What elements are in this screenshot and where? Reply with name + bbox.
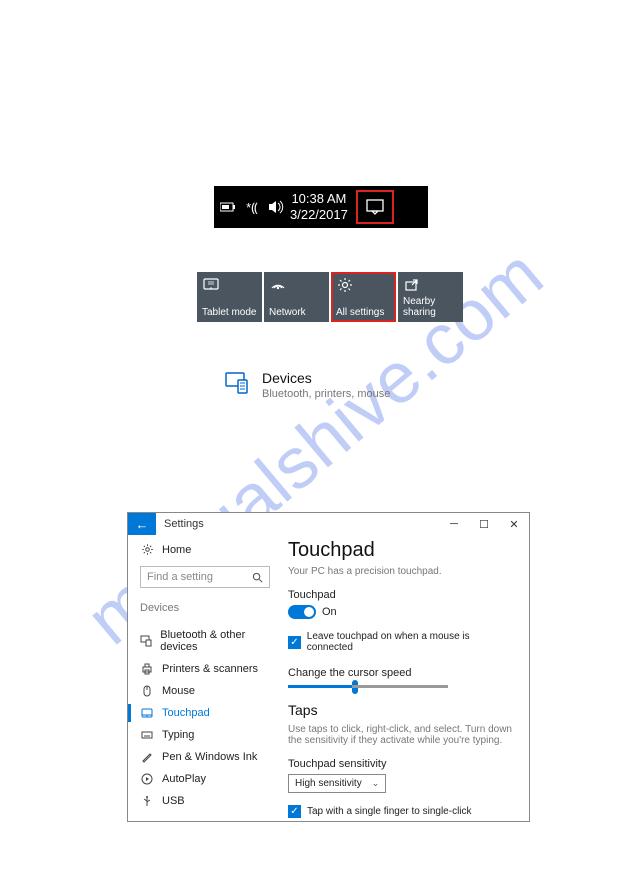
touchpad-icon xyxy=(140,707,154,719)
toggle-state: On xyxy=(322,606,337,618)
nav-pen[interactable]: Pen & Windows Ink xyxy=(140,746,270,768)
window-title: Settings xyxy=(164,518,204,530)
printer-icon xyxy=(140,663,154,675)
nav-touchpad[interactable]: Touchpad xyxy=(140,702,270,724)
share-icon xyxy=(404,277,420,291)
search-icon xyxy=(252,572,263,583)
qa-tablet-mode[interactable]: Tablet mode xyxy=(197,272,262,322)
nav-typing[interactable]: Typing xyxy=(140,724,270,746)
search-placeholder: Find a setting xyxy=(147,571,213,583)
volume-icon[interactable] xyxy=(266,200,286,214)
qa-label: All settings xyxy=(336,307,391,318)
cursor-speed-slider[interactable] xyxy=(288,685,448,688)
settings-sidebar: Home Find a setting Devices Bluetooth & … xyxy=(128,535,282,821)
titlebar: ← Settings ─ ☐ ✕ xyxy=(128,513,529,535)
home-link[interactable]: Home xyxy=(140,543,270,556)
pen-icon xyxy=(140,751,154,763)
system-tray: *⸨ 10:38 AM 3/22/2017 xyxy=(214,186,428,228)
nav-label: Printers & scanners xyxy=(162,663,258,675)
close-button[interactable]: ✕ xyxy=(499,513,529,535)
nav-label: USB xyxy=(162,795,185,807)
network-icon xyxy=(270,277,286,291)
autoplay-icon xyxy=(140,773,154,785)
nav-printers[interactable]: Printers & scanners xyxy=(140,658,270,680)
gear-icon xyxy=(140,543,154,556)
nav-label: Typing xyxy=(162,729,194,741)
mouse-icon xyxy=(140,685,154,697)
leave-on-label: Leave touchpad on when a mouse is connec… xyxy=(307,631,515,653)
nav-label: Mouse xyxy=(162,685,195,697)
taps-hint: Use taps to click, right-click, and sele… xyxy=(288,724,515,746)
settings-window: ← Settings ─ ☐ ✕ Home Find a setting Dev… xyxy=(127,512,530,822)
nav-label: Bluetooth & other devices xyxy=(160,629,270,653)
search-input[interactable]: Find a setting xyxy=(140,566,270,588)
qa-network[interactable]: Network xyxy=(264,272,329,322)
clock-datetime[interactable]: 10:38 AM 3/22/2017 xyxy=(290,191,348,222)
qa-all-settings[interactable]: All settings xyxy=(331,272,396,322)
touchpad-toggle-label: Touchpad xyxy=(288,589,515,601)
back-button[interactable]: ← xyxy=(128,513,156,535)
bluetooth-icon xyxy=(140,635,152,647)
leave-on-checkbox[interactable]: ✓ xyxy=(288,636,301,649)
gear-icon xyxy=(337,277,353,293)
action-center-button[interactable] xyxy=(356,190,394,224)
devices-subtitle: Bluetooth, printers, mouse xyxy=(262,388,390,400)
sensitivity-dropdown[interactable]: High sensitivity ⌄ xyxy=(288,774,386,793)
page-heading: Touchpad xyxy=(288,539,515,562)
cursor-speed-label: Change the cursor speed xyxy=(288,667,515,679)
maximize-button[interactable]: ☐ xyxy=(469,513,499,535)
sidebar-group-label: Devices xyxy=(140,602,270,614)
devices-icon xyxy=(224,370,250,396)
nav-usb[interactable]: USB xyxy=(140,790,270,812)
home-label: Home xyxy=(162,544,191,556)
precision-hint: Your PC has a precision touchpad. xyxy=(288,566,515,577)
wifi-icon[interactable]: *⸨ xyxy=(242,198,262,216)
settings-category-devices[interactable]: Devices Bluetooth, printers, mouse xyxy=(224,370,390,400)
devices-title: Devices xyxy=(262,370,390,386)
qa-nearby-sharing[interactable]: Nearby sharing xyxy=(398,272,463,322)
sensitivity-value: High sensitivity xyxy=(295,778,362,789)
qa-label: Tablet mode xyxy=(202,307,257,318)
usb-icon xyxy=(140,795,154,807)
tablet-mode-icon xyxy=(203,277,219,291)
minimize-button[interactable]: ─ xyxy=(439,513,469,535)
settings-content: Touchpad Your PC has a precision touchpa… xyxy=(282,535,529,821)
single-tap-label: Tap with a single finger to single-click xyxy=(307,806,472,817)
clock-date: 3/22/2017 xyxy=(290,207,348,223)
nav-mouse[interactable]: Mouse xyxy=(140,680,270,702)
single-tap-checkbox[interactable]: ✓ xyxy=(288,805,301,818)
nav-bluetooth[interactable]: Bluetooth & other devices xyxy=(140,624,270,658)
keyboard-icon xyxy=(140,729,154,741)
touchpad-toggle[interactable] xyxy=(288,605,316,619)
nav-label: Touchpad xyxy=(162,707,210,719)
chevron-down-icon: ⌄ xyxy=(372,778,380,789)
clock-time: 10:38 AM xyxy=(290,191,348,207)
sensitivity-label: Touchpad sensitivity xyxy=(288,758,515,770)
taps-heading: Taps xyxy=(288,702,515,718)
quick-actions-row: Tablet mode Network All settings Nearby … xyxy=(197,272,463,322)
nav-label: Pen & Windows Ink xyxy=(162,751,257,763)
nav-label: AutoPlay xyxy=(162,773,206,785)
qa-label: Nearby sharing xyxy=(403,296,458,318)
qa-label: Network xyxy=(269,307,324,318)
nav-autoplay[interactable]: AutoPlay xyxy=(140,768,270,790)
battery-icon[interactable] xyxy=(218,202,238,212)
